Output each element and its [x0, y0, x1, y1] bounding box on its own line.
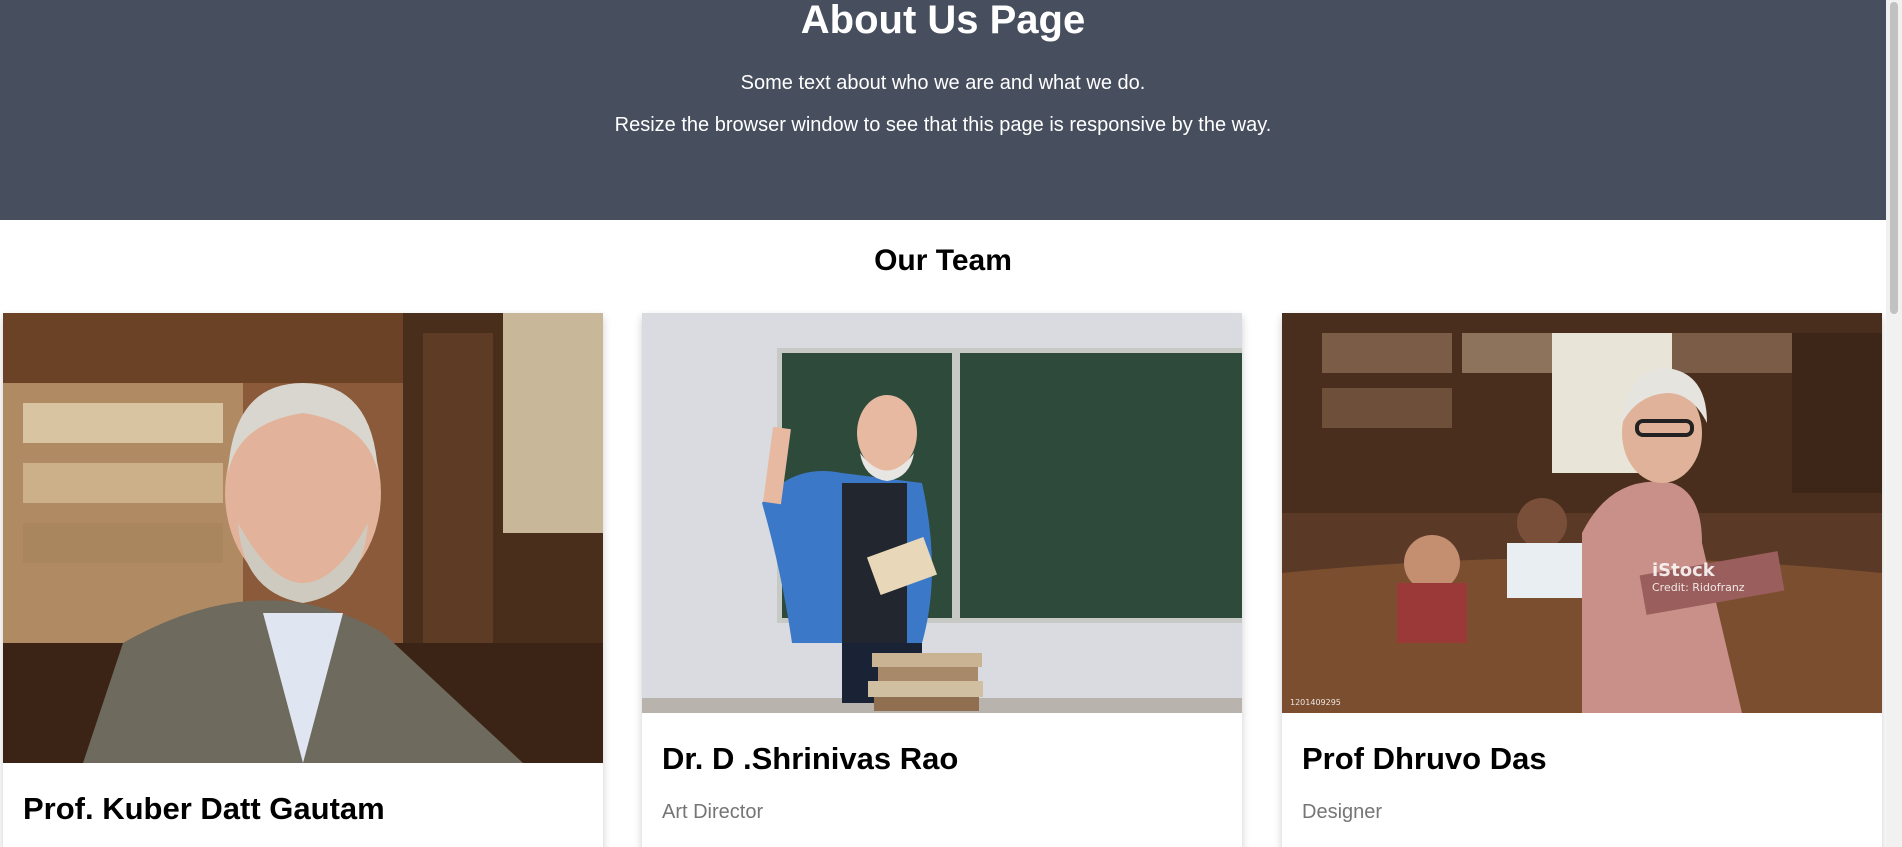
page-title: About Us Page [800, 0, 1086, 42]
hero-text-1: Some text about who we are and what we d… [740, 72, 1146, 94]
team-heading: Our Team [874, 244, 1012, 277]
member-name: Dr. D .Shrinivas Rao [662, 741, 959, 776]
team-card-1: Prof. Kuber Datt Gautam [3, 313, 603, 847]
hero-text-2: Resize the browser window to see that th… [614, 114, 1272, 136]
member-photo-1 [3, 313, 603, 763]
member-role: Designer [1302, 801, 1383, 823]
watermark-brand: iStock [1652, 560, 1716, 581]
team-card-3: iStock Credit: Ridofranz 1201409295 Prof… [1282, 313, 1882, 847]
member-name: Prof Dhruvo Das [1302, 741, 1547, 776]
scrollbar-thumb[interactable] [1890, 2, 1898, 314]
vertical-scrollbar[interactable] [1886, 0, 1902, 847]
watermark-credit: Credit: Ridofranz [1652, 581, 1745, 594]
member-photo-2 [642, 313, 1242, 713]
hero-banner: About Us Page Some text about who we are… [0, 0, 1886, 220]
member-role: Art Director [662, 801, 764, 823]
team-card-2: Dr. D .Shrinivas Rao Art Director [642, 313, 1242, 847]
watermark-id: 1201409295 [1290, 698, 1341, 707]
member-name: Prof. Kuber Datt Gautam [23, 791, 385, 826]
member-photo-3: iStock Credit: Ridofranz 1201409295 [1282, 313, 1882, 713]
